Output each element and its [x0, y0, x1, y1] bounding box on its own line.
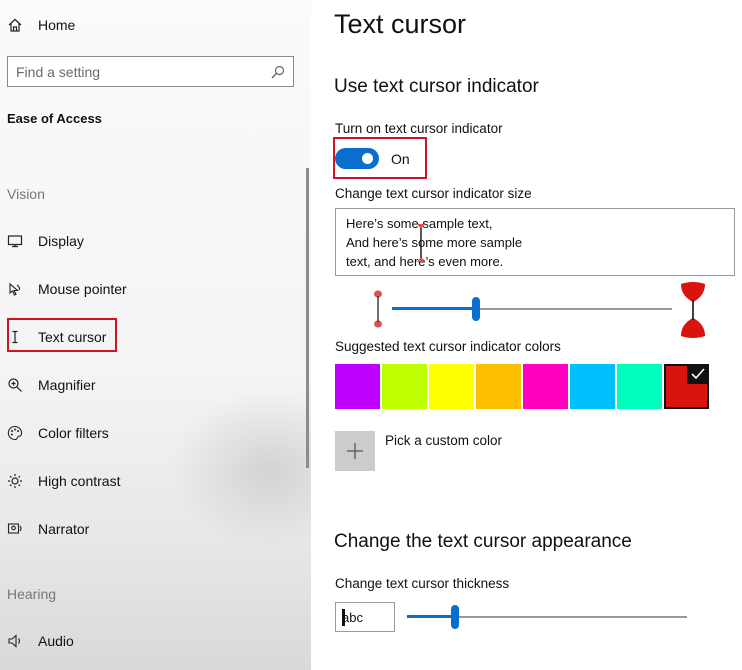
- hearing-group-label: Hearing: [7, 586, 57, 602]
- add-custom-color-button[interactable]: [335, 431, 375, 471]
- sidebar-item-label: Mouse pointer: [38, 281, 127, 297]
- thickness-preview: abc: [335, 602, 395, 632]
- sidebar-item-label: Audio: [38, 633, 74, 649]
- selection-highlight: [7, 318, 117, 352]
- sidebar-item-label: Display: [38, 233, 84, 249]
- color-swatch[interactable]: [617, 364, 662, 409]
- sample-line: And here’s some more sample: [346, 235, 523, 250]
- color-swatch[interactable]: [664, 364, 709, 409]
- search-box[interactable]: [7, 56, 294, 87]
- sample-text-preview: Here’s some sample text, And here’s some…: [335, 208, 735, 276]
- color-swatch[interactable]: [570, 364, 615, 409]
- thickness-preview-text: abc: [342, 610, 363, 625]
- audio-icon: [6, 632, 24, 650]
- search-icon[interactable]: [270, 64, 286, 80]
- thickness-slider-thumb[interactable]: [450, 605, 459, 629]
- large-indicator-icon: [681, 282, 705, 338]
- indicator-heading: Use text cursor indicator: [334, 76, 539, 97]
- appearance-heading: Change the text cursor appearance: [334, 531, 632, 552]
- vision-group-label: Vision: [7, 186, 45, 202]
- custom-color-label[interactable]: Pick a custom color: [385, 433, 502, 448]
- high-contrast-icon: [6, 472, 24, 490]
- thickness-label: Change text cursor thickness: [335, 576, 510, 591]
- display-icon: [6, 232, 24, 250]
- text-caret: [342, 609, 345, 626]
- toggle-label: Turn on text cursor indicator: [335, 121, 503, 136]
- size-slider-thumb[interactable]: [472, 297, 480, 321]
- sidebar-scrollbar[interactable]: [306, 168, 309, 468]
- color-swatch[interactable]: [429, 364, 474, 409]
- thickness-slider-fill: [407, 615, 455, 618]
- sidebar: Home Ease of Access Vision Display Mouse…: [0, 0, 311, 670]
- indicator-toggle[interactable]: [335, 148, 379, 169]
- color-swatch[interactable]: [335, 364, 380, 409]
- checkmark-icon: [687, 364, 709, 384]
- color-swatch[interactable]: [523, 364, 568, 409]
- section-title: Ease of Access: [7, 111, 102, 126]
- cursor-indicator-preview: [417, 224, 425, 262]
- color-swatch[interactable]: [382, 364, 427, 409]
- color-filters-icon: [6, 424, 24, 442]
- main-content: Text cursor Use text cursor indicator Tu…: [311, 0, 742, 670]
- home-icon: [6, 16, 24, 34]
- page-title: Text cursor: [334, 9, 467, 39]
- sidebar-item-label: High contrast: [38, 473, 121, 489]
- home-label: Home: [38, 17, 76, 33]
- sidebar-item-label: Narrator: [38, 521, 90, 537]
- background-shading: [170, 390, 311, 550]
- sidebar-item-label: Color filters: [38, 425, 109, 441]
- narrator-icon: [6, 520, 24, 538]
- search-input[interactable]: [16, 62, 266, 82]
- toggle-state-label: On: [391, 151, 410, 167]
- toggle-knob: [362, 153, 373, 164]
- small-indicator-icon: [374, 290, 382, 328]
- colors-label: Suggested text cursor indicator colors: [335, 339, 561, 354]
- sidebar-item-label: Magnifier: [38, 377, 96, 393]
- size-slider-fill: [392, 307, 476, 310]
- mouse-pointer-icon: [6, 280, 24, 298]
- color-swatches: [335, 364, 711, 409]
- magnifier-icon: [6, 376, 24, 394]
- plus-icon: [347, 443, 363, 459]
- color-swatch[interactable]: [476, 364, 521, 409]
- size-label: Change text cursor indicator size: [335, 186, 532, 201]
